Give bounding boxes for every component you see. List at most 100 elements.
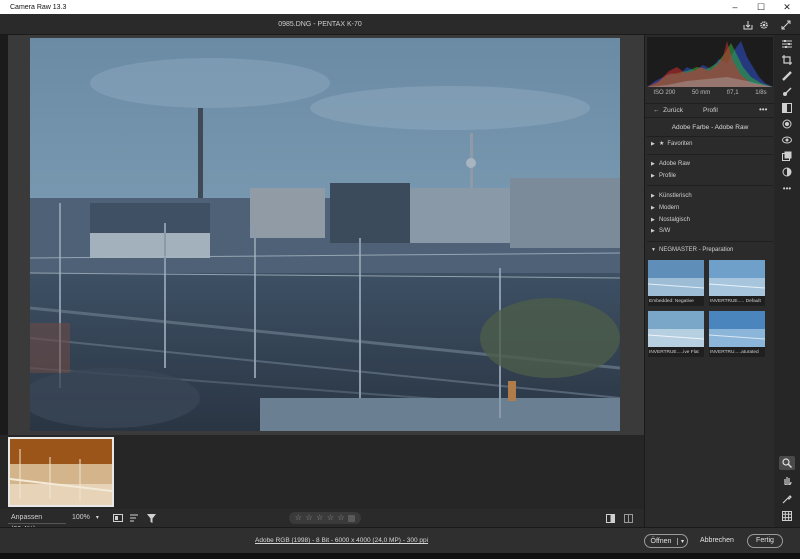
filter-icon[interactable] bbox=[145, 512, 157, 524]
open-button[interactable]: Öffnen ▾ bbox=[644, 534, 688, 548]
exif-focal-length: 50 mm bbox=[691, 90, 711, 96]
tool-sidebar: ••• bbox=[774, 35, 800, 527]
exif-aperture: f/7,1 bbox=[726, 90, 739, 96]
edit-sliders-icon[interactable] bbox=[779, 37, 795, 51]
profile-thumbnail[interactable]: INVERTRUE.....ive Flat bbox=[648, 311, 704, 357]
compare-view-icon[interactable] bbox=[622, 512, 634, 524]
profile-group-bw[interactable]: ▶ S/W bbox=[645, 226, 775, 237]
gear-icon[interactable] bbox=[757, 18, 771, 32]
profile-thumbnail[interactable]: INVERTRUE..... Default bbox=[709, 260, 765, 306]
profile-header: ← Zurück Profil ••• bbox=[645, 103, 775, 118]
star-5[interactable]: ☆ bbox=[338, 512, 345, 524]
group-label: S/W bbox=[659, 228, 671, 234]
triangle-right-icon: ▶ bbox=[651, 193, 655, 199]
profile-group-profile[interactable]: ▶ Profile bbox=[645, 171, 775, 182]
trash-icon[interactable] bbox=[348, 514, 356, 522]
sort-icon[interactable] bbox=[129, 512, 141, 524]
open-label: Öffnen bbox=[650, 537, 672, 545]
crop-icon[interactable] bbox=[779, 53, 795, 67]
group-label: Künstlerisch bbox=[659, 193, 692, 199]
more-options-icon[interactable]: ••• bbox=[759, 105, 767, 114]
main-photo[interactable] bbox=[30, 38, 620, 431]
save-icon[interactable] bbox=[741, 18, 755, 32]
brush-icon[interactable] bbox=[779, 85, 795, 99]
profile-caption: INVERTRUE..... Default bbox=[710, 299, 761, 304]
exif-shutter: 1/8s bbox=[755, 90, 767, 96]
filmstrip-options-icon[interactable] bbox=[112, 512, 124, 524]
group-label: Modern bbox=[659, 205, 680, 211]
profile-panel: ISO 200 50 mm f/7,1 1/8s ← Zurück Profil… bbox=[644, 35, 775, 527]
close-button[interactable]: ✕ bbox=[774, 0, 800, 14]
status-bar: Anpassen (20,4%) 100% ▾ ☆ ☆ ☆ ☆ ☆ bbox=[0, 509, 644, 533]
grid-icon[interactable] bbox=[779, 509, 795, 523]
star-icon: ★ bbox=[659, 141, 665, 147]
taskbar-strip bbox=[0, 553, 800, 559]
profile-group-artistic[interactable]: ▶ Künstlerisch bbox=[645, 191, 775, 202]
triangle-right-icon: ▶ bbox=[651, 141, 655, 147]
profile-caption: Embedded: Negative bbox=[649, 299, 694, 304]
expand-icon[interactable] bbox=[779, 18, 793, 32]
triangle-right-icon: ▶ bbox=[651, 173, 655, 179]
histogram bbox=[647, 37, 773, 87]
footer-bar: Adobe RGB (1998) - 8 Bit - 6000 x 4000 (… bbox=[0, 527, 800, 553]
profile-group-modern[interactable]: ▶ Modern bbox=[645, 203, 775, 214]
profile-group-adobe-raw[interactable]: ▶ Adobe Raw bbox=[645, 159, 775, 170]
exif-info: ISO 200 50 mm f/7,1 1/8s bbox=[645, 90, 775, 100]
presets-icon[interactable] bbox=[779, 165, 795, 179]
color-sampler-icon[interactable] bbox=[779, 492, 795, 506]
profile-group-negmaster[interactable]: ▼ NEGMASTER - Preparation bbox=[645, 245, 775, 256]
profile-preview-image bbox=[648, 260, 704, 296]
profile-group-vintage[interactable]: ▶ Nostalgisch bbox=[645, 215, 775, 226]
star-2[interactable]: ☆ bbox=[305, 512, 312, 524]
zoom-level-select[interactable]: 100% ▾ bbox=[72, 512, 104, 524]
divider bbox=[647, 136, 773, 137]
profile-preview-image bbox=[648, 311, 704, 347]
triangle-right-icon: ▶ bbox=[651, 205, 655, 211]
fit-zoom-select[interactable]: Anpassen (20,4%) bbox=[8, 512, 66, 533]
window-title: Camera Raw 13.3 bbox=[10, 3, 67, 11]
window-controls: – ☐ ✕ bbox=[722, 0, 800, 14]
group-label: Profile bbox=[659, 173, 677, 179]
divider bbox=[647, 185, 773, 186]
profile-preview-image bbox=[709, 260, 765, 296]
star-1[interactable]: ☆ bbox=[295, 512, 302, 524]
star-rating[interactable]: ☆ ☆ ☆ ☆ ☆ bbox=[289, 512, 361, 524]
maximize-button[interactable]: ☐ bbox=[748, 0, 774, 14]
workflow-options-link[interactable]: Adobe RGB (1998) - 8 Bit - 6000 x 4000 (… bbox=[255, 537, 428, 544]
star-4[interactable]: ☆ bbox=[327, 512, 334, 524]
before-after-icon[interactable] bbox=[604, 512, 616, 524]
profile-preview-image bbox=[709, 311, 765, 347]
profile-thumbnail[interactable]: Embedded: Negative bbox=[648, 260, 704, 306]
filmstrip-thumbnail[interactable] bbox=[8, 437, 114, 507]
minimize-button[interactable]: – bbox=[722, 0, 748, 14]
hand-icon[interactable] bbox=[779, 473, 795, 487]
healing-icon[interactable] bbox=[779, 69, 795, 83]
profile-thumbnail[interactable]: INVERTRU.....aturated bbox=[709, 311, 765, 357]
snapshots-icon[interactable] bbox=[779, 149, 795, 163]
divider bbox=[647, 154, 773, 155]
gradient-icon[interactable] bbox=[779, 101, 795, 115]
cancel-button[interactable]: Abbrechen bbox=[700, 537, 734, 544]
star-3[interactable]: ☆ bbox=[316, 512, 323, 524]
current-profile-name: Adobe Farbe - Adobe Raw bbox=[671, 124, 749, 131]
chevron-down-icon: ▾ bbox=[95, 515, 99, 521]
radial-icon[interactable] bbox=[779, 117, 795, 131]
chevron-down-icon[interactable]: ▾ bbox=[677, 537, 687, 545]
redeye-icon[interactable] bbox=[779, 133, 795, 147]
done-button[interactable]: Fertig bbox=[747, 534, 783, 548]
profile-caption: INVERTRU.....aturated bbox=[710, 350, 759, 355]
file-title: 0985.DNG - PENTAX K-70 bbox=[278, 21, 362, 28]
triangle-right-icon: ▶ bbox=[651, 228, 655, 234]
divider bbox=[647, 241, 773, 242]
arrow-left-icon: ← bbox=[653, 107, 660, 114]
triangle-down-icon: ▼ bbox=[651, 247, 656, 253]
profile-caption: INVERTRUE.....ive Flat bbox=[649, 350, 699, 355]
group-label: Nostalgisch bbox=[659, 217, 691, 223]
back-button[interactable]: ← Zurück bbox=[653, 107, 683, 114]
zoom-icon[interactable] bbox=[779, 456, 795, 470]
profile-group-favorites[interactable]: ▶ ★ Favoriten bbox=[645, 139, 775, 150]
group-label: Adobe Raw bbox=[659, 161, 691, 167]
triangle-right-icon: ▶ bbox=[651, 161, 655, 167]
image-canvas[interactable] bbox=[8, 35, 644, 435]
more-icon[interactable]: ••• bbox=[779, 181, 795, 195]
